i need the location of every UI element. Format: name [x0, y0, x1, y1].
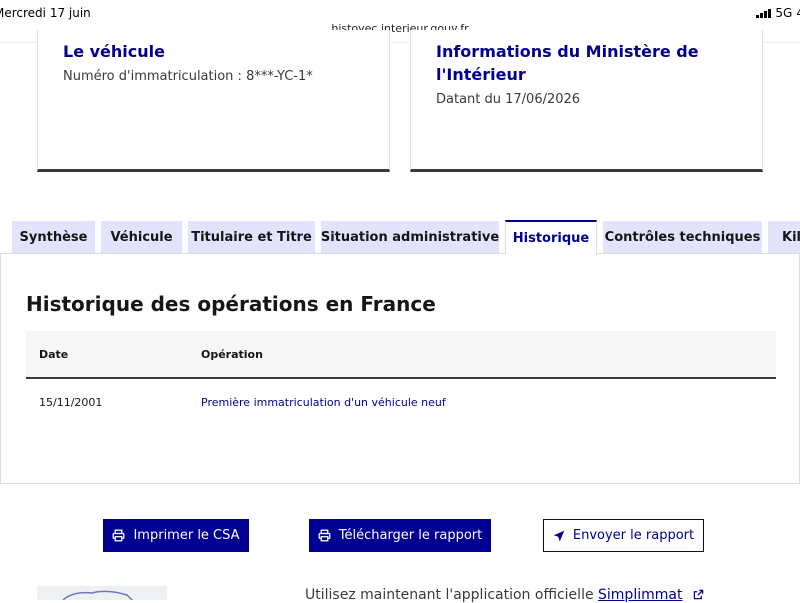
column-header-date: Date: [39, 347, 69, 361]
status-bar: Mercredi 17 juin 5G 4: [0, 0, 800, 24]
app-promo-text: Utilisez maintenant l'application offici…: [305, 587, 704, 603]
signal-icon: [756, 8, 772, 18]
column-header-operation: Opération: [201, 347, 263, 361]
tab-titulaire-et-titre[interactable]: Titulaire et Titre: [188, 221, 315, 253]
simplimmat-link[interactable]: Simplimmat: [598, 587, 682, 603]
registration-number: Numéro d'immatriculation : 8***-YC-1*: [63, 69, 313, 84]
data-date: Datant du 17/06/2026: [436, 92, 581, 107]
table-row: 15/11/2001 Première immatriculation d'un…: [26, 379, 776, 425]
vehicle-card: Le véhicule Numéro d'immatriculation : 8…: [37, 30, 390, 172]
tab-situation-administrative[interactable]: Situation administrative: [321, 221, 499, 253]
status-time: Mercredi 17 juin: [0, 6, 91, 20]
tab-vehicule[interactable]: Véhicule: [101, 221, 182, 253]
tab-kilometrage[interactable]: Kil: [768, 221, 800, 253]
printer-icon: [113, 529, 125, 542]
vehicle-card-title: Le véhicule: [63, 42, 165, 61]
tab-controles-techniques[interactable]: Contrôles techniques: [603, 221, 762, 253]
app-promo-image: [37, 586, 167, 600]
network-label: 5G: [775, 6, 793, 20]
print-csa-label: Imprimer le CSA: [133, 528, 240, 543]
tab-synthese[interactable]: Synthèse: [12, 221, 95, 253]
table-header: Date Opération: [26, 331, 776, 379]
battery-label: 4: [796, 6, 800, 20]
status-indicators: 5G 4: [756, 6, 800, 20]
tab-list: Synthèse Véhicule Titulaire et Titre Sit…: [0, 220, 800, 254]
send-icon: [553, 530, 565, 541]
car-illustration-icon: [62, 590, 134, 600]
ministry-card-title: Informations du Ministère de l'Intérieur: [436, 42, 699, 84]
download-report-button[interactable]: Télécharger le rapport: [309, 519, 491, 552]
cell-operation: Première immatriculation d'un véhicule n…: [201, 395, 446, 409]
tab-historique[interactable]: Historique: [505, 220, 597, 254]
history-title: Historique des opérations en France: [26, 292, 436, 316]
app-promo-intro: Utilisez maintenant l'application offici…: [305, 587, 599, 603]
external-link-icon: [693, 589, 704, 600]
ministry-card: Informations du Ministère de l'Intérieur…: [410, 30, 763, 172]
history-table: Date Opération 15/11/2001 Première immat…: [26, 331, 776, 425]
download-report-label: Télécharger le rapport: [338, 528, 483, 543]
printer-icon: [318, 529, 331, 542]
print-csa-button[interactable]: Imprimer le CSA: [103, 519, 249, 552]
send-report-button[interactable]: Envoyer le rapport: [543, 519, 704, 552]
cell-date: 15/11/2001: [39, 395, 103, 409]
send-report-label: Envoyer le rapport: [572, 528, 695, 543]
historique-panel: Historique des opérations en France Date…: [0, 253, 800, 484]
